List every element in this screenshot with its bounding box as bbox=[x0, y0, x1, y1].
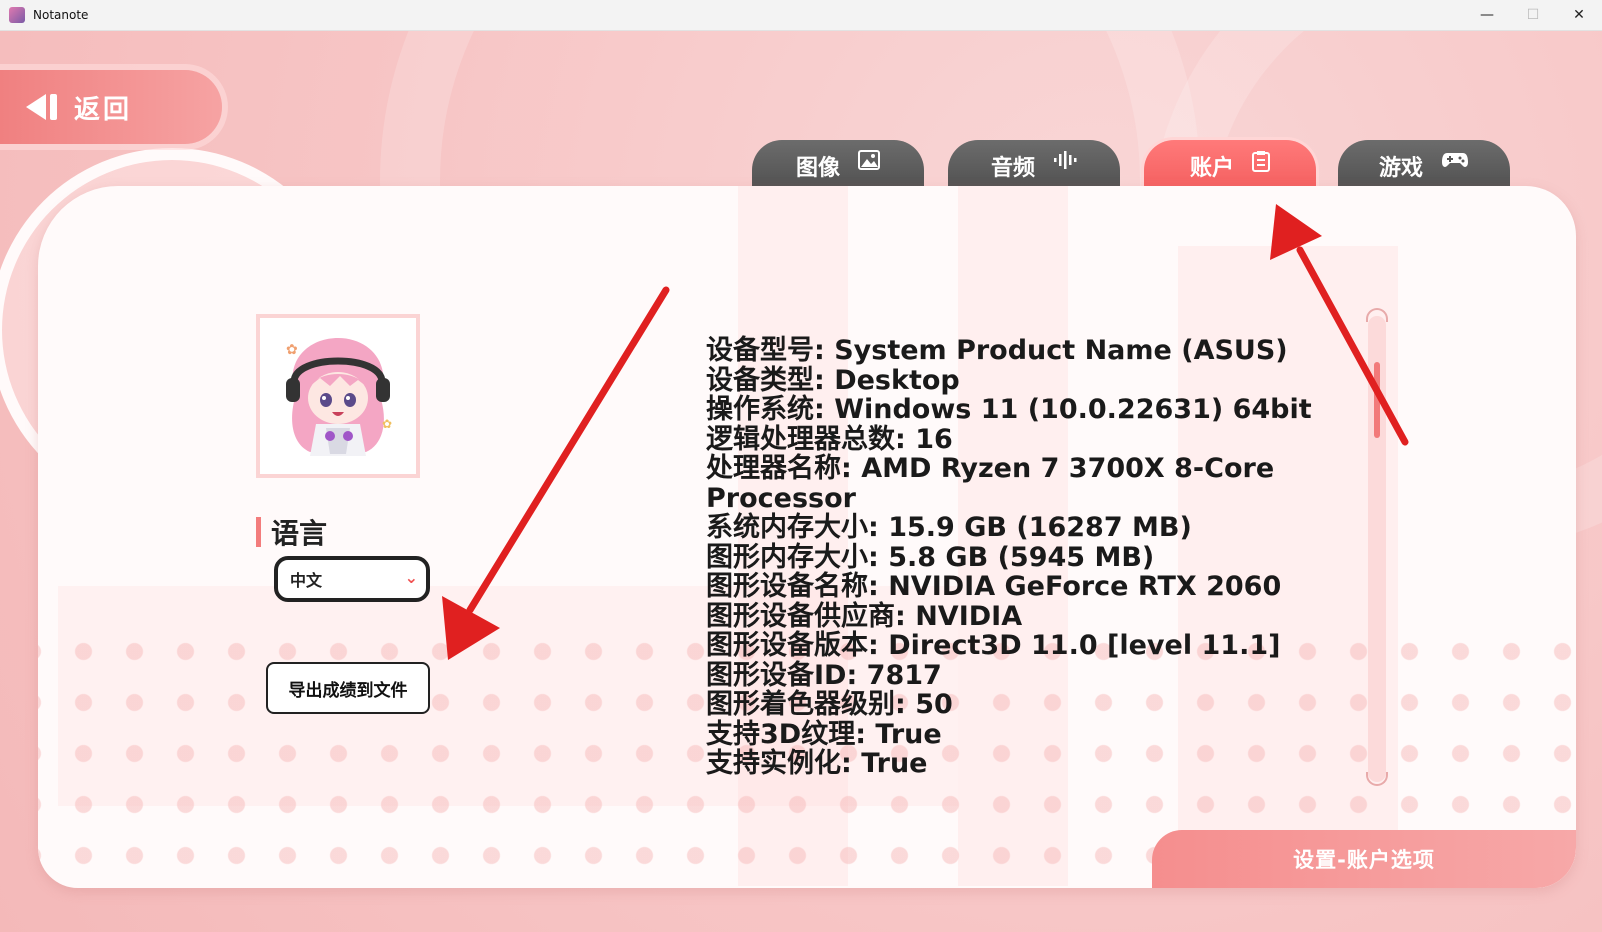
settings-panel: ✿ ✿ 语言 中文 ⌄ 导出成绩到文件 设备型号: System Product… bbox=[38, 186, 1576, 888]
tab-label: 游戏 bbox=[1378, 156, 1423, 181]
audio-wave-icon bbox=[1053, 150, 1077, 175]
window-title: Notanote bbox=[33, 8, 89, 22]
system-info-line: 设备类型: Desktop bbox=[706, 364, 960, 396]
window-controls: — ☐ ✕ bbox=[1464, 0, 1602, 30]
language-selected-value: 中文 bbox=[290, 571, 323, 590]
system-info-line: 图形着色器级别: 50 bbox=[706, 689, 953, 720]
tab-label: 图像 bbox=[795, 156, 840, 181]
language-title: 语言 bbox=[271, 517, 328, 550]
avatar[interactable]: ✿ ✿ bbox=[256, 314, 420, 478]
system-info-line: 图形设备供应商: NVIDIA bbox=[706, 600, 1023, 632]
svg-text:✿: ✿ bbox=[382, 417, 392, 431]
language-section: 语言 bbox=[256, 512, 327, 552]
section-accent bbox=[256, 517, 261, 547]
scrollbar-thumb[interactable] bbox=[1374, 362, 1380, 438]
system-info-line: 设备型号: System Product Name (ASUS) bbox=[706, 335, 1288, 366]
system-info-line: 图形设备版本: Direct3D 11.0 [level 11.1] bbox=[706, 630, 1281, 661]
back-button[interactable]: 返回 bbox=[0, 70, 222, 144]
app-icon bbox=[9, 7, 25, 23]
close-button[interactable]: ✕ bbox=[1556, 0, 1602, 30]
image-icon bbox=[858, 150, 880, 175]
back-label: 返回 bbox=[74, 94, 133, 125]
system-info-line: 系统内存大小: 15.9 GB (16287 MB) bbox=[706, 512, 1192, 543]
system-info-line: 逻辑处理器总数: 16 bbox=[706, 423, 953, 455]
system-info-line: 支持3D纹理: True bbox=[706, 718, 942, 750]
system-info-line: 图形设备名称: NVIDIA GeForce RTX 2060 bbox=[706, 571, 1282, 602]
svg-text:✿: ✿ bbox=[286, 342, 298, 358]
system-info-line: 处理器名称: AMD Ryzen 7 3700X 8-Core Processo… bbox=[706, 453, 1275, 514]
tab-label: 音频 bbox=[990, 156, 1035, 181]
title-bar: Notanote — ☐ ✕ bbox=[0, 0, 1602, 31]
language-select[interactable]: 中文 ⌄ bbox=[274, 556, 430, 602]
back-arrow-icon bbox=[26, 92, 62, 122]
system-info-line: 图形内存大小: 5.8 GB (5945 MB) bbox=[706, 541, 1155, 573]
export-scores-button[interactable]: 导出成绩到文件 bbox=[266, 662, 430, 714]
system-info-line: 图形设备ID: 7817 bbox=[706, 659, 942, 691]
system-info: 设备型号: System Product Name (ASUS) 设备类型: De… bbox=[706, 336, 1386, 779]
system-info-line: 支持实例化: True bbox=[706, 748, 928, 779]
system-info-line: 操作系统: Windows 11 (10.0.22631) 64bit bbox=[706, 394, 1312, 425]
page-title: 设置-账户选项 bbox=[1152, 830, 1576, 888]
minimize-button[interactable]: — bbox=[1464, 0, 1510, 30]
chevron-down-icon: ⌄ bbox=[404, 568, 418, 587]
tab-label: 账户 bbox=[1189, 156, 1234, 181]
clipboard-icon bbox=[1252, 150, 1270, 177]
gamepad-icon bbox=[1441, 150, 1469, 175]
avatar-image: ✿ ✿ bbox=[286, 338, 392, 456]
maximize-button[interactable]: ☐ bbox=[1510, 0, 1556, 30]
